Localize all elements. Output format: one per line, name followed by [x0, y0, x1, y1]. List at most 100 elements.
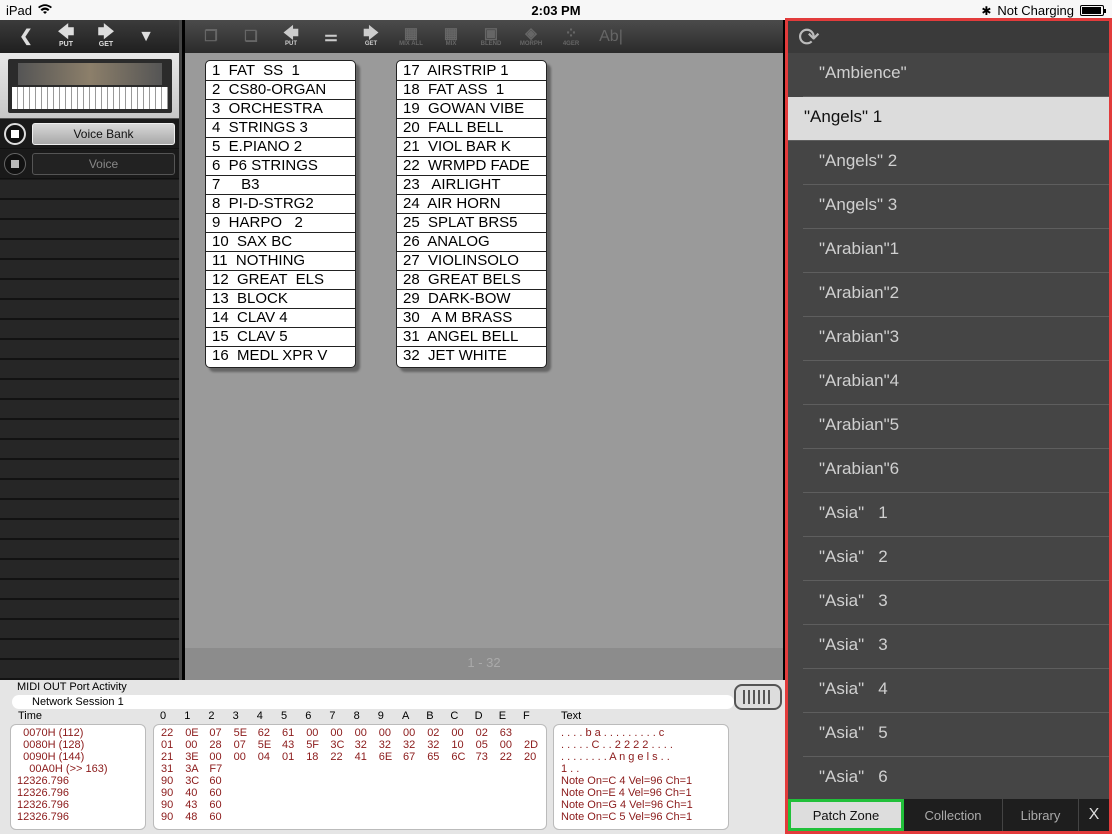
patch-item[interactable]: "Asia" 2: [803, 537, 1109, 581]
status-bar: iPad 2:03 PM ✱ Not Charging: [0, 0, 1112, 20]
patch-item[interactable]: "Ambience": [803, 53, 1109, 97]
voice-item[interactable]: 24 AIR HORN: [397, 195, 546, 214]
close-button[interactable]: X: [1079, 799, 1109, 831]
voice-item[interactable]: 21 VIOL BAR K: [397, 138, 546, 157]
voice-toggle[interactable]: [4, 152, 26, 175]
patch-item[interactable]: "Asia" 6: [803, 757, 1109, 801]
patch-item[interactable]: "Arabian"6: [803, 449, 1109, 493]
hex-column-header: 5: [281, 710, 288, 722]
hex-byte: 01: [282, 751, 295, 763]
patch-item[interactable]: "Arabian"3: [803, 317, 1109, 361]
voice-item[interactable]: 15 CLAV 5: [206, 328, 355, 347]
hex-byte: 32: [403, 739, 416, 751]
hex-byte: 22: [499, 751, 513, 763]
voice-item[interactable]: 2 CS80-ORGAN: [206, 81, 355, 100]
tab-library[interactable]: Library: [1003, 799, 1079, 831]
voice-item[interactable]: 20 FALL BELL: [397, 119, 546, 138]
voice-item[interactable]: 32 JET WHITE: [397, 347, 546, 366]
blend-button[interactable]: ▣ BLEND: [471, 22, 511, 52]
voice-item[interactable]: 11 NOTHING: [206, 252, 355, 271]
voice-item[interactable]: 19 GOWAN VIBE: [397, 100, 546, 119]
patch-panel: ⟳ "Ambience" "Angels" 1 "Angels" 2 "Angels"…: [785, 18, 1112, 834]
hex-byte: 73: [475, 751, 488, 763]
patch-item[interactable]: "Arabian"5: [803, 405, 1109, 449]
text-line: Note On=E 4 Vel=96 Ch=1: [561, 787, 692, 799]
voice-item[interactable]: 14 CLAV 4: [206, 309, 355, 328]
voice-item[interactable]: 23 AIRLIGHT: [397, 176, 546, 195]
rename-label: Ab|: [599, 27, 623, 45]
center-get-button[interactable]: 🡆 GET: [351, 22, 391, 52]
midi-session-field[interactable]: Network Session 1: [12, 695, 734, 709]
keyboard-button[interactable]: [734, 684, 782, 710]
voice-button[interactable]: Voice: [32, 152, 175, 175]
tiger-button[interactable]: ⁘ 4GER: [551, 22, 591, 52]
put-label: PUT: [59, 41, 73, 48]
patch-item[interactable]: "Angels" 2: [803, 141, 1109, 185]
hex-byte: 00: [354, 727, 367, 739]
rename-button[interactable]: Ab|: [591, 22, 631, 52]
battery-icon: [1080, 5, 1106, 16]
get-button[interactable]: 🡆 GET: [86, 22, 126, 52]
voice-item[interactable]: 8 PI-D-STRG2: [206, 195, 355, 214]
mixer-button[interactable]: ⚌: [311, 22, 351, 52]
hex-byte: 0E: [185, 727, 199, 739]
voice-item[interactable]: 16 MEDL XPR V: [206, 347, 355, 366]
voice-item[interactable]: 4 STRINGS 3: [206, 119, 355, 138]
paste-button[interactable]: ❏: [231, 22, 271, 52]
patch-item[interactable]: "Arabian"1: [803, 229, 1109, 273]
voice-bank-selector[interactable]: Voice Bank: [0, 119, 179, 149]
hex-byte: 00: [306, 727, 319, 739]
patch-item[interactable]: "Angels" 1: [788, 97, 1109, 141]
hex-row: 31 3A F7: [154, 763, 546, 775]
voice-item[interactable]: 22 WRMPD FADE: [397, 157, 546, 176]
hex-byte: 6C: [451, 751, 466, 763]
voice-item[interactable]: 12 GREAT ELS: [206, 271, 355, 290]
voice-item[interactable]: 13 BLOCK: [206, 290, 355, 309]
voice-item[interactable]: 10 SAX BC: [206, 233, 355, 252]
time-line: 12326.796: [17, 811, 69, 823]
hex-byte: 32: [354, 739, 367, 751]
hex-byte: 60: [209, 775, 222, 787]
mix-button[interactable]: ▦ MIX: [431, 22, 471, 52]
hex-column-header: 1: [184, 710, 191, 722]
voice-item[interactable]: 25 SPLAT BRS5: [397, 214, 546, 233]
patch-item[interactable]: "Asia" 3: [803, 581, 1109, 625]
back-button[interactable]: ❮: [6, 22, 46, 52]
dropdown-button[interactable]: ▼: [126, 22, 166, 52]
morph-button[interactable]: ◈ MORPH: [511, 22, 551, 52]
patch-item[interactable]: "Angels" 3: [803, 185, 1109, 229]
copy-button[interactable]: ❐: [191, 22, 231, 52]
voice-item[interactable]: 26 ANALOG: [397, 233, 546, 252]
voice-item[interactable]: 18 FAT ASS 1: [397, 81, 546, 100]
voice-item[interactable]: 5 E.PIANO 2: [206, 138, 355, 157]
voice-bank-toggle[interactable]: [4, 122, 26, 145]
voice-item[interactable]: 27 VIOLINSOLO: [397, 252, 546, 271]
hex-byte: 00: [185, 739, 198, 751]
time-line: 0090H (144): [17, 751, 85, 763]
mix-all-button[interactable]: ▦ MIX ALL: [391, 22, 431, 52]
tab-patch-zone[interactable]: Patch Zone: [788, 799, 904, 831]
voice-selector[interactable]: Voice: [0, 149, 179, 179]
voice-item[interactable]: 1 FAT SS 1: [206, 62, 355, 81]
patch-item[interactable]: "Asia" 4: [803, 669, 1109, 713]
voice-item[interactable]: 28 GREAT BELS: [397, 271, 546, 290]
voice-item[interactable]: 31 ANGEL BELL: [397, 328, 546, 347]
voice-item[interactable]: 30 A M BRASS: [397, 309, 546, 328]
put-button[interactable]: 🡄 PUT: [46, 22, 86, 52]
center-put-button[interactable]: 🡄 PUT: [271, 22, 311, 52]
voice-item[interactable]: 29 DARK-BOW: [397, 290, 546, 309]
voice-item[interactable]: 3 ORCHESTRA: [206, 100, 355, 119]
tab-collection[interactable]: Collection: [904, 799, 1003, 831]
voice-item[interactable]: 9 HARPO 2: [206, 214, 355, 233]
refresh-icon[interactable]: ⟳: [798, 23, 820, 51]
voice-item[interactable]: 6 P6 STRINGS: [206, 157, 355, 176]
patch-item[interactable]: "Asia" 3: [803, 625, 1109, 669]
voice-item[interactable]: 7 B3: [206, 176, 355, 195]
voice-item[interactable]: 17 AIRSTRIP 1: [397, 62, 546, 81]
patch-item[interactable]: "Arabian"2: [803, 273, 1109, 317]
hex-byte: 00: [403, 727, 416, 739]
voice-bank-button[interactable]: Voice Bank: [32, 122, 175, 145]
patch-item[interactable]: "Asia" 5: [803, 713, 1109, 757]
patch-item[interactable]: "Arabian"4: [803, 361, 1109, 405]
patch-item[interactable]: "Asia" 1: [803, 493, 1109, 537]
